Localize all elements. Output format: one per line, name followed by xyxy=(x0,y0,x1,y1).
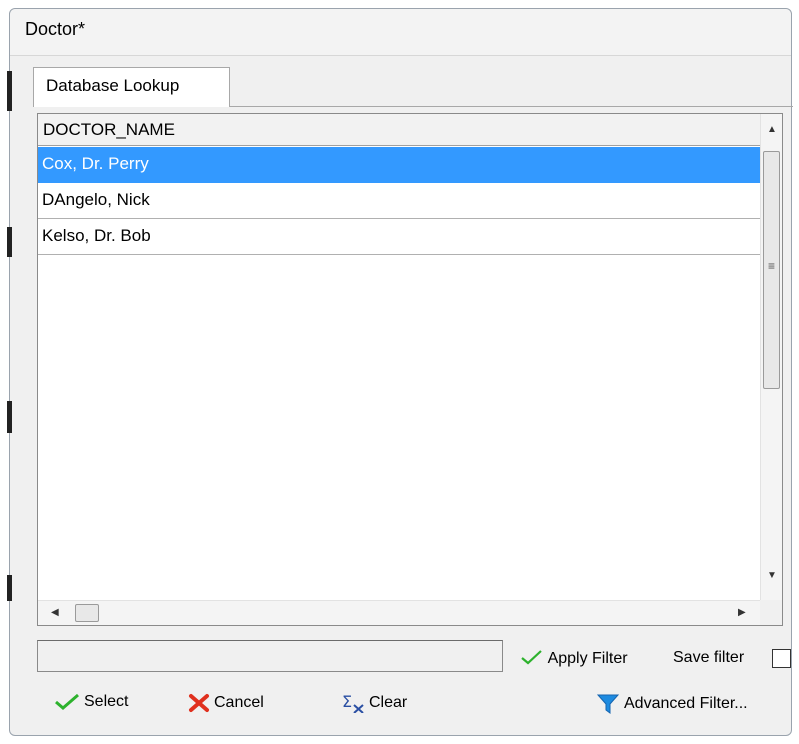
table-row[interactable]: DAngelo, Nick xyxy=(38,183,760,219)
checkmark-icon xyxy=(55,693,79,710)
save-filter-label: Save filter xyxy=(673,649,745,666)
scroll-right-icon[interactable]: ▶ xyxy=(738,607,746,618)
scrollbar-corner xyxy=(760,600,782,625)
cancel-button[interactable]: Cancel xyxy=(188,693,264,713)
table-row[interactable]: Kelso, Dr. Bob xyxy=(38,219,760,255)
title-bar[interactable]: Doctor* xyxy=(10,9,791,56)
filter-input[interactable] xyxy=(37,640,503,672)
clear-button[interactable]: Σ Clear xyxy=(341,693,407,713)
cell-doctor-name: Kelso, Dr. Bob xyxy=(42,226,151,245)
window-title: Doctor* xyxy=(25,19,86,39)
cancel-button-label: Cancel xyxy=(214,694,264,711)
advanced-filter-button[interactable]: Advanced Filter... xyxy=(596,693,748,715)
cell-doctor-name: Cox, Dr. Perry xyxy=(42,154,149,173)
lookup-grid: DOCTOR_NAME Cox, Dr. Perry DAngelo, Nick… xyxy=(37,113,783,626)
checkmark-icon xyxy=(521,650,542,665)
window-edge-mark xyxy=(7,71,12,111)
vertical-scrollbar[interactable]: ▲ ≡ ▼ xyxy=(760,114,782,600)
apply-filter-button[interactable]: Apply Filter xyxy=(520,649,628,668)
scroll-up-icon[interactable]: ▲ xyxy=(767,124,777,135)
apply-filter-label: Apply Filter xyxy=(547,650,628,667)
window-edge-mark xyxy=(7,575,12,601)
doctor-dialog: Doctor* Database Lookup DOCTOR_NAME Cox,… xyxy=(7,8,793,736)
cell-doctor-name: DAngelo, Nick xyxy=(42,190,150,209)
window-edge-mark xyxy=(7,227,12,257)
grip-icon: ≡ xyxy=(768,259,776,273)
clear-button-label: Clear xyxy=(369,694,408,711)
vertical-scroll-thumb[interactable]: ≡ xyxy=(763,151,780,389)
select-button-label: Select xyxy=(84,693,129,710)
tab-label: Database Lookup xyxy=(46,76,180,95)
column-header-label: DOCTOR_NAME xyxy=(43,120,175,139)
clear-filter-icon: Σ xyxy=(342,693,364,713)
tab-divider xyxy=(230,106,793,107)
funnel-icon xyxy=(596,694,620,714)
svg-text:Σ: Σ xyxy=(342,693,352,711)
scroll-down-icon[interactable]: ▼ xyxy=(767,570,777,581)
save-filter-checkbox[interactable] xyxy=(772,649,791,668)
cancel-x-icon xyxy=(189,694,209,712)
tab-database-lookup[interactable]: Database Lookup xyxy=(33,67,230,107)
horizontal-scroll-thumb[interactable] xyxy=(75,604,99,622)
window-edge-mark xyxy=(7,401,12,433)
advanced-filter-label: Advanced Filter... xyxy=(624,695,748,712)
horizontal-scrollbar[interactable]: ◀ ▶ xyxy=(38,600,760,625)
scroll-left-icon[interactable]: ◀ xyxy=(51,607,59,618)
table-row[interactable]: Cox, Dr. Perry xyxy=(38,147,760,183)
column-header-doctor-name[interactable]: DOCTOR_NAME xyxy=(38,114,760,146)
select-button[interactable]: Select xyxy=(54,693,128,711)
